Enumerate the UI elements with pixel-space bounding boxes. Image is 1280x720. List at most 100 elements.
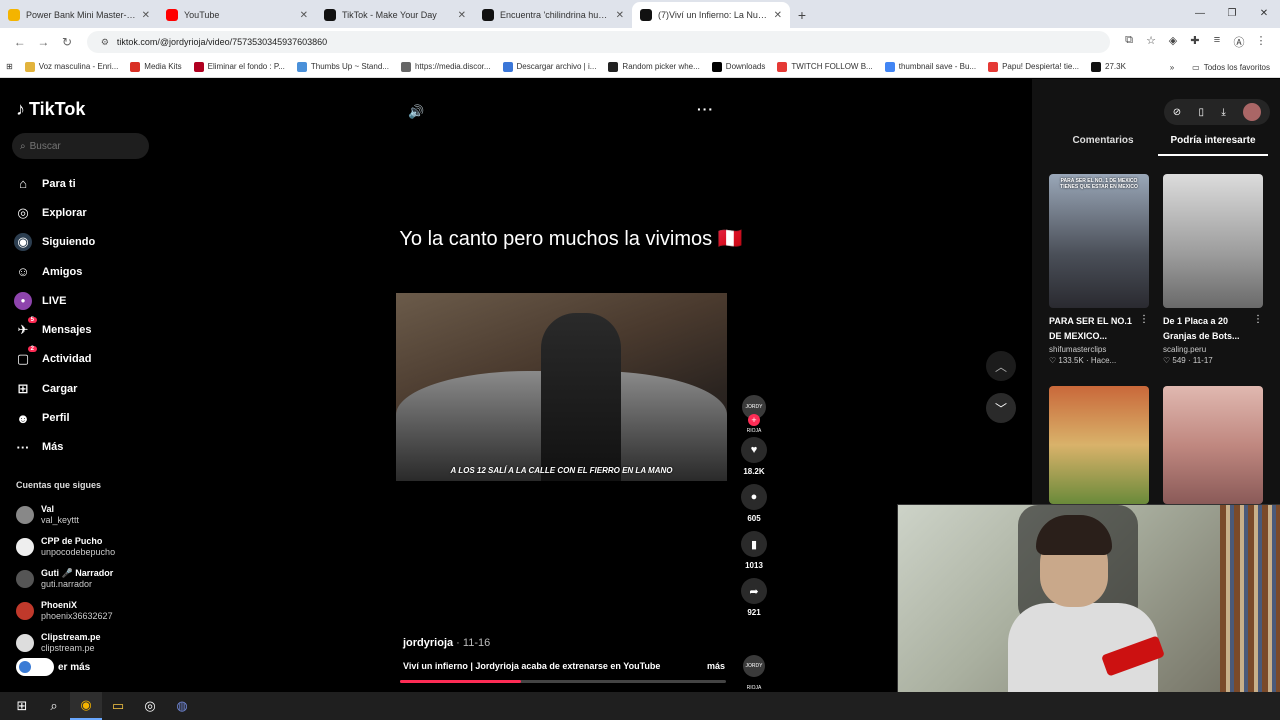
- more-options-icon[interactable]: ···: [697, 101, 714, 117]
- card-menu-icon[interactable]: ⋮: [1253, 314, 1263, 325]
- following-account[interactable]: Clipstream.pe clipstream.pe: [16, 627, 115, 659]
- minimize-icon[interactable]: —: [1184, 0, 1216, 28]
- browser-tab[interactable]: YouTube ✕: [158, 2, 316, 28]
- bookmark-item[interactable]: TWITCH FOLLOW B...: [777, 61, 873, 72]
- obs-icon[interactable]: ◎: [134, 692, 166, 720]
- author-avatar[interactable]: JORDY RIOJA +: [742, 395, 766, 434]
- bookmarks-overflow-icon[interactable]: »: [1170, 63, 1174, 72]
- bookmark-item[interactable]: Thumbs Up ~ Stand...: [296, 61, 389, 72]
- coins-icon[interactable]: ⊘: [1173, 107, 1181, 118]
- sidebar-item-perfil[interactable]: ☻ Perfil: [14, 403, 95, 432]
- search-input[interactable]: [29, 140, 130, 152]
- following-account[interactable]: PhoeniX phoenix36632627: [16, 595, 115, 627]
- tab-close-icon[interactable]: ✕: [616, 10, 624, 21]
- following-account[interactable]: Val val_keyttt: [16, 499, 115, 531]
- media-icon[interactable]: ≡: [1206, 34, 1228, 50]
- sidebar-item-mensajes[interactable]: ✈ 5 Mensajes: [14, 315, 95, 344]
- url-field[interactable]: ⚙ tiktok.com/@jordyrioja/video/757353034…: [86, 31, 1111, 53]
- suggested-video-card[interactable]: De 1 Placa a 20 Granjas de Bots... scalin…: [1163, 174, 1263, 365]
- browser-tab[interactable]: Encuentra 'chilindrina huachana' ✕: [474, 2, 632, 28]
- restore-icon[interactable]: ❐: [1216, 0, 1248, 28]
- profile-icon[interactable]: Ⓐ: [1228, 34, 1250, 50]
- suggested-video-card[interactable]: [1049, 386, 1149, 504]
- bookmark-item[interactable]: Eliminar el fondo : P...: [193, 61, 285, 72]
- download-icon[interactable]: ⤓: [1221, 107, 1225, 118]
- discord-icon[interactable]: ◍: [166, 692, 198, 720]
- author-name[interactable]: jordyrioja: [403, 637, 453, 649]
- sidebar-item-parati[interactable]: ⌂ Para ti: [14, 169, 95, 198]
- install-icon[interactable]: ⧉: [1118, 34, 1140, 50]
- bookmark-item[interactable]: 27.3K: [1091, 61, 1126, 72]
- site-info-icon[interactable]: ⚙: [101, 37, 109, 48]
- bookmark-item[interactable]: Media Kits: [130, 61, 182, 72]
- browser-tab[interactable]: TikTok - Make Your Day ✕: [316, 2, 474, 28]
- close-window-icon[interactable]: ✕: [1248, 0, 1280, 28]
- bookmark-item[interactable]: thumbnail save - Bu...: [884, 61, 976, 72]
- share-icon[interactable]: ➦: [741, 578, 767, 604]
- browser-tab[interactable]: Power Bank Mini Master-g 500 ✕: [0, 2, 158, 28]
- next-video-icon[interactable]: ﹀: [986, 393, 1016, 423]
- suggested-video-card[interactable]: [1163, 386, 1263, 504]
- puzzle-icon[interactable]: ✚: [1184, 34, 1206, 50]
- user-avatar[interactable]: [1243, 103, 1262, 121]
- windows-icon[interactable]: ⊞: [6, 692, 38, 720]
- following-account[interactable]: Guti 🎤 Narrador guti.narrador: [16, 563, 115, 595]
- share-action[interactable]: ➦ 921: [736, 578, 772, 617]
- tab-close-icon[interactable]: ✕: [458, 10, 466, 21]
- video-thumbnail[interactable]: [1163, 386, 1263, 504]
- reload-icon[interactable]: ↻: [55, 35, 79, 49]
- search-box[interactable]: ⌕: [12, 133, 149, 159]
- bookmark-item[interactable]: https://media.discor...: [400, 61, 491, 72]
- comment-icon[interactable]: ●: [741, 484, 767, 510]
- sidebar-item-actividad[interactable]: ▢ 2 Actividad: [14, 345, 95, 374]
- video-author[interactable]: jordyrioja · 11-16: [403, 637, 490, 649]
- browser-tab[interactable]: (7)Viví un Infierno: La Nueva ✕: [632, 2, 790, 28]
- tab-close-icon[interactable]: ✕: [142, 10, 150, 21]
- following-account[interactable]: CPP de Pucho unpocodebepucho: [16, 531, 115, 563]
- see-more-button[interactable]: er más: [16, 658, 90, 676]
- bookmark-item[interactable]: Papu! Despierta! tie...: [988, 61, 1079, 72]
- bookmark-item[interactable]: Voz masculina - Enri...: [24, 61, 118, 72]
- tab-close-icon[interactable]: ✕: [774, 10, 782, 21]
- bookmark-item[interactable]: Downloads: [711, 61, 765, 72]
- sidebar-item-amigos[interactable]: ☺ Amigos: [14, 257, 95, 286]
- menu-icon[interactable]: ⋮: [1250, 34, 1272, 50]
- bookmark-item[interactable]: Descargar archivo | i...: [502, 61, 596, 72]
- save-action[interactable]: ▮ 1013: [736, 531, 772, 570]
- card-username[interactable]: scaling.peru: [1163, 345, 1263, 354]
- like-action[interactable]: ♥ 18.2K: [736, 437, 772, 476]
- volume-icon[interactable]: 🔊: [408, 104, 424, 120]
- all-bookmarks[interactable]: » ▭ Todos los favoritos: [1170, 56, 1270, 77]
- music-disc-icon[interactable]: JORDY RIOJA: [743, 655, 765, 691]
- explorer-icon[interactable]: ▭: [102, 692, 134, 720]
- video-player[interactable]: A LOS 12 SALÍ A LA CALLE CON EL FIERRO E…: [396, 293, 727, 481]
- video-progress-bar[interactable]: [400, 680, 726, 683]
- bookmark-item[interactable]: Random picker whe...: [608, 61, 700, 72]
- apps-icon[interactable]: ⊞: [6, 62, 13, 71]
- comment-action[interactable]: ● 605: [736, 484, 772, 523]
- card-username[interactable]: shifumasterclips: [1049, 345, 1149, 354]
- extension-icon[interactable]: ◈: [1162, 34, 1184, 50]
- toggle-icon[interactable]: [16, 658, 54, 676]
- search-icon[interactable]: ⌕: [38, 692, 70, 720]
- video-thumbnail[interactable]: [1163, 174, 1263, 308]
- back-icon[interactable]: ←: [8, 35, 32, 49]
- sidebar-item-ms[interactable]: ··· Más: [14, 433, 95, 462]
- card-menu-icon[interactable]: ⋮: [1139, 314, 1149, 325]
- video-thumbnail[interactable]: [1049, 386, 1149, 504]
- tab-suggested[interactable]: Podría interesarte: [1158, 135, 1268, 156]
- bookmark-icon[interactable]: ▮: [741, 531, 767, 557]
- chrome-icon[interactable]: ◉: [70, 692, 102, 720]
- more-button[interactable]: más: [707, 661, 725, 671]
- new-tab-button[interactable]: +: [790, 2, 814, 28]
- sidebar-item-siguiendo[interactable]: ◉ Siguiendo: [14, 228, 95, 257]
- suggested-video-card[interactable]: PARA SER EL NO. 1 DE MEXICO TIENES QUE E…: [1049, 174, 1149, 365]
- device-icon[interactable]: ▯: [1199, 107, 1205, 118]
- follow-plus-icon[interactable]: +: [748, 414, 760, 426]
- previous-video-icon[interactable]: ︿: [986, 351, 1016, 381]
- sidebar-item-cargar[interactable]: ⊞ Cargar: [14, 374, 95, 403]
- tab-comments[interactable]: Comentarios: [1048, 135, 1158, 156]
- tiktok-logo[interactable]: ♪ TikTok: [16, 99, 85, 120]
- video-thumbnail[interactable]: PARA SER EL NO. 1 DE MEXICO TIENES QUE E…: [1049, 174, 1149, 308]
- bookmark-star-icon[interactable]: ☆: [1140, 34, 1162, 50]
